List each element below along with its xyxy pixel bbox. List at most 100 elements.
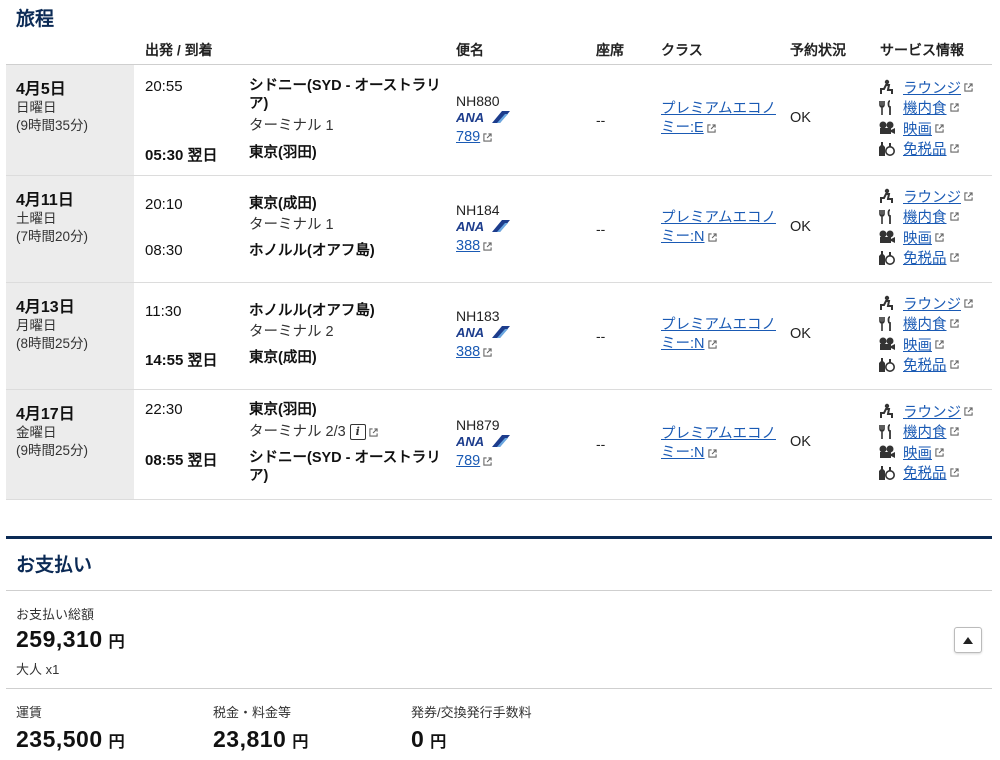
meal-icon — [879, 99, 891, 115]
total-amount: 259,310 円 — [16, 626, 125, 653]
seat-value: -- — [596, 436, 606, 452]
cabin-class-link[interactable]: プレミアムエコノミー:N — [661, 316, 786, 354]
external-link-icon — [964, 299, 973, 308]
cabin-class[interactable]: プレミアムエコノミー:N — [661, 317, 776, 352]
service-meal[interactable]: 機内食 — [878, 207, 988, 228]
external-link-icon — [707, 233, 717, 242]
fare-label: 運賃 — [16, 705, 43, 720]
passenger-count: 大人 x1 — [16, 662, 60, 677]
ana-logo-text: ANA — [456, 434, 484, 448]
flight-segment: 4月17日 金曜日 (9時間25分) 22:30 東京(羽田) ターミナル 2/… — [6, 390, 992, 500]
info-icon[interactable]: i — [349, 424, 366, 441]
service-movie[interactable]: 映画 — [878, 118, 988, 139]
aircraft-type-link[interactable]: 789 — [456, 129, 492, 145]
date-cell: 4月17日 金曜日 (9時間25分) — [6, 390, 134, 499]
payment-separator — [6, 688, 992, 689]
cabin-class[interactable]: プレミアムエコノミー:E — [661, 101, 776, 136]
aircraft-type-link[interactable]: 388 — [456, 238, 492, 254]
ana-logo-text: ANA — [456, 325, 484, 339]
service-lounge[interactable]: ラウンジ — [878, 401, 988, 422]
duty-free-icon — [879, 250, 895, 265]
cabin-class-link[interactable]: プレミアムエコノミー:N — [661, 209, 786, 247]
total-label: お支払い総額 — [16, 607, 95, 622]
service-duty-free[interactable]: 免税品 — [878, 248, 988, 269]
lounge-icon — [880, 296, 893, 311]
service-duty-free[interactable]: 免税品 — [878, 139, 988, 160]
external-link-icon — [949, 253, 959, 262]
ana-logo: ANA — [456, 219, 510, 233]
external-link-icon — [483, 242, 492, 251]
service-duty-free[interactable]: 免税品 — [878, 355, 988, 376]
duty-free-icon — [879, 357, 895, 372]
service-movie[interactable]: 映画 — [878, 227, 988, 248]
caret-up-icon — [963, 636, 973, 644]
departure-city: ホノルル(オアフ島) — [249, 303, 375, 319]
service-meal[interactable]: 機内食 — [878, 98, 988, 119]
flight-number: NH879 — [456, 417, 500, 433]
cabin-class[interactable]: プレミアムエコノミー:N — [661, 426, 776, 461]
service-list: ラウンジ 機内食 映画 免税品 — [878, 186, 988, 268]
lounge-icon — [880, 80, 893, 95]
service-meal[interactable]: 機内食 — [878, 422, 988, 443]
aircraft-type-link[interactable]: 388 — [456, 344, 492, 360]
booking-status: OK — [790, 434, 811, 450]
cabin-class-link[interactable]: プレミアムエコノミー:E — [661, 100, 786, 138]
movie-icon — [879, 121, 895, 135]
service-meal[interactable]: 機内食 — [878, 314, 988, 335]
segment-duration: (9時間35分) — [16, 118, 89, 133]
external-link-icon — [935, 340, 944, 349]
external-link-icon — [935, 124, 944, 133]
service-list: ラウンジ 機内食 映画 免税品 — [878, 77, 988, 159]
aircraft-type[interactable]: 789 — [456, 129, 480, 145]
flight-segment: 4月5日 日曜日 (9時間35分) 20:55 シドニー(SYD - オーストラ… — [6, 65, 992, 176]
departure-terminal-row: ターミナル 2/3 i — [249, 420, 378, 441]
segment-duration: (9時間25分) — [16, 443, 89, 458]
service-lounge[interactable]: ラウンジ — [878, 77, 988, 98]
service-duty-free[interactable]: 免税品 — [878, 463, 988, 484]
external-link-icon — [949, 212, 959, 221]
aircraft-type-link[interactable]: 789 — [456, 453, 492, 469]
external-link-icon — [949, 319, 959, 328]
fee-currency: 円 — [430, 734, 447, 751]
meal-icon — [879, 208, 891, 224]
segment-weekday: 日曜日 — [16, 100, 57, 115]
tax-value: 23,810 — [213, 726, 287, 752]
arrival-city: ホノルル(オアフ島) — [249, 243, 375, 259]
aircraft-type[interactable]: 388 — [456, 238, 480, 254]
external-link-icon — [964, 83, 973, 92]
external-link-icon — [949, 103, 959, 112]
external-link-icon — [707, 124, 716, 133]
service-movie[interactable]: 映画 — [878, 442, 988, 463]
ana-logo: ANA — [456, 325, 510, 339]
service-lounge[interactable]: ラウンジ — [878, 186, 988, 207]
departure-time: 22:30 — [145, 401, 183, 418]
arrival-time: 14:55 翌日 — [145, 352, 218, 369]
booking-status: OK — [790, 110, 811, 126]
movie-icon — [879, 337, 895, 351]
cabin-class[interactable]: プレミアムエコノミー:N — [661, 210, 776, 245]
service-movie[interactable]: 映画 — [878, 334, 988, 355]
aircraft-type[interactable]: 388 — [456, 344, 480, 360]
aircraft-type[interactable]: 789 — [456, 453, 480, 469]
flight-segment: 4月13日 月曜日 (8時間25分) 11:30 ホノルル(オアフ島) ターミナ… — [6, 283, 992, 390]
departure-time: 20:10 — [145, 196, 183, 213]
external-link-icon — [935, 233, 944, 242]
collapse-button[interactable] — [954, 627, 982, 653]
header-seat: 座席 — [596, 42, 624, 58]
ana-logo: ANA — [456, 434, 510, 448]
departure-city: 東京(羽田) — [249, 402, 317, 418]
arrival-city: 東京(羽田) — [249, 145, 317, 161]
meal-icon — [879, 423, 891, 439]
external-link-icon — [707, 340, 717, 349]
total-value: 259,310 — [16, 626, 103, 652]
segment-weekday: 土曜日 — [16, 211, 57, 226]
tax-label: 税金・料金等 — [213, 705, 292, 720]
cabin-class-link[interactable]: プレミアムエコノミー:N — [661, 425, 786, 463]
arrival-city: シドニー(SYD - オーストラリア) — [249, 450, 441, 484]
service-lounge[interactable]: ラウンジ — [878, 293, 988, 314]
departure-city: 東京(成田) — [249, 196, 317, 212]
duty-free-icon — [879, 465, 895, 480]
fee-label: 発券/交換発行手数料 — [411, 705, 532, 720]
meal-icon — [879, 315, 891, 331]
flight-segment: 4月11日 土曜日 (7時間20分) 20:10 東京(成田) ターミナル 1 … — [6, 176, 992, 283]
